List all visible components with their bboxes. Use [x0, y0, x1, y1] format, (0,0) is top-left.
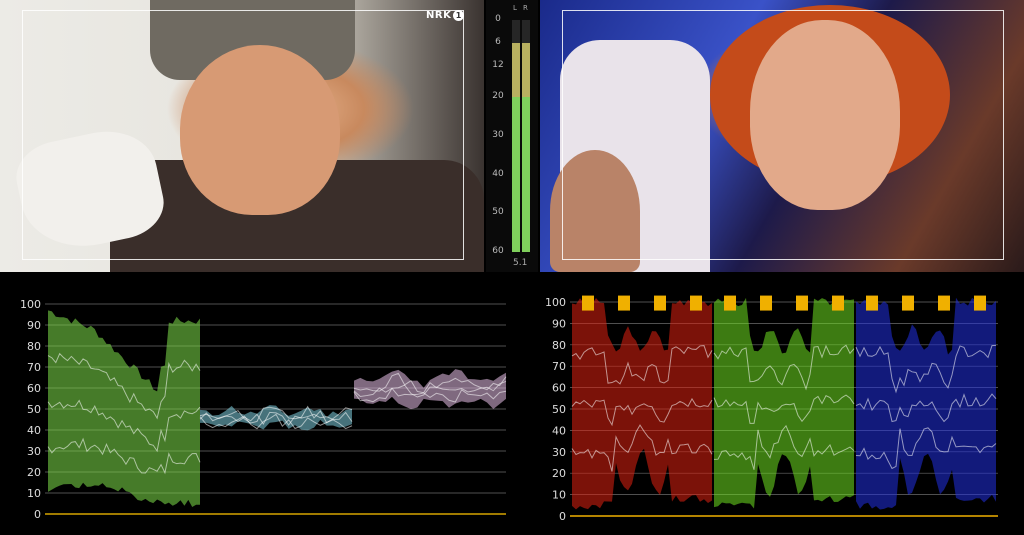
clip-indicator: [938, 295, 950, 311]
y-tick-label: 50: [27, 403, 41, 416]
channel-badge: 1: [453, 10, 465, 21]
y-tick-label: 90: [552, 317, 566, 330]
clip-indicator: [902, 295, 914, 311]
rgb-parade-canvas: 0 10 20 30 40 50 60 70 80 90 100: [545, 295, 998, 523]
clip-indicator: [654, 295, 666, 311]
meter-tick-label: 60: [492, 246, 504, 256]
y-tick-label: 30: [27, 445, 41, 458]
logo-text: NRK: [426, 10, 452, 21]
y-tick-label: 70: [552, 360, 566, 373]
y-tick-label: 10: [552, 489, 566, 502]
meter-tick-label: 6: [495, 37, 501, 48]
clip-indicator: [582, 295, 594, 311]
video-preview-right[interactable]: [540, 0, 1024, 272]
meter-bar-left: [512, 20, 520, 252]
y-tick-label: 10: [27, 487, 41, 500]
audio-format-label: 5.1: [513, 258, 528, 268]
y-tick-label: 30: [552, 446, 566, 459]
channel-label-left: L: [513, 4, 517, 12]
rgb-parade-scope: 0 10 20 30 40 50 60 70 80 90 100: [540, 274, 1024, 535]
y-tick-label: 0: [559, 510, 566, 523]
broadcaster-logo: NRK 1: [426, 10, 465, 21]
red-channel: [572, 298, 712, 510]
safe-area-frame: [562, 10, 1004, 260]
y-tick-label: 20: [552, 467, 566, 480]
y-tick-label: 20: [27, 466, 41, 479]
channel-label-right: R: [523, 4, 528, 12]
meter-tick-label: 40: [492, 168, 504, 179]
y-tick-label: 50: [552, 403, 566, 416]
luma-trace: [48, 310, 200, 508]
meter-tick-label: 0: [495, 14, 501, 24]
clip-indicator: [724, 295, 736, 311]
meter-tick-label: 12: [492, 60, 504, 71]
y-tick-label: 60: [552, 382, 566, 395]
waveform-left-canvas: 0 10 20 30 40 50 60 70 80 90 100: [20, 298, 507, 521]
meter-level-right: [522, 97, 530, 252]
y-tick-label: 80: [552, 339, 566, 352]
clip-indicator: [760, 295, 772, 311]
y-tick-label: 40: [552, 424, 566, 437]
clip-indicator: [974, 295, 986, 311]
clip-indicator: [866, 295, 878, 311]
clip-indicator: [796, 295, 808, 311]
meter-tick-label: 50: [492, 207, 504, 218]
meter-tick-label: 30: [492, 130, 504, 140]
y-tick-label: 80: [27, 340, 41, 353]
y-tick-label: 100: [20, 298, 41, 311]
meter-tick-label: 20: [492, 91, 504, 102]
meter-bar-right: [522, 20, 530, 252]
y-tick-label: 40: [27, 424, 41, 437]
y-tick-label: 100: [545, 296, 566, 309]
y-tick-label: 0: [34, 508, 41, 521]
waveform-scope-left: 0 10 20 30 40 50 60 70 80 90 100: [0, 274, 512, 535]
meter-peak-left: [512, 43, 520, 98]
clip-indicator: [690, 295, 702, 311]
audio-level-meter: L R 0 6 12 20 30 40 50 60 5.1: [486, 0, 538, 272]
cr-trace: [354, 369, 506, 410]
y-tick-label: 90: [27, 319, 41, 332]
y-tick-label: 70: [27, 361, 41, 374]
safe-area-frame: [22, 10, 464, 260]
meter-level-left: [512, 97, 520, 252]
y-tick-label: 60: [27, 382, 41, 395]
meter-peak-right: [522, 43, 530, 98]
video-preview-left[interactable]: NRK 1: [0, 0, 484, 272]
clip-indicator: [618, 295, 630, 311]
clip-indicator: [832, 295, 844, 311]
